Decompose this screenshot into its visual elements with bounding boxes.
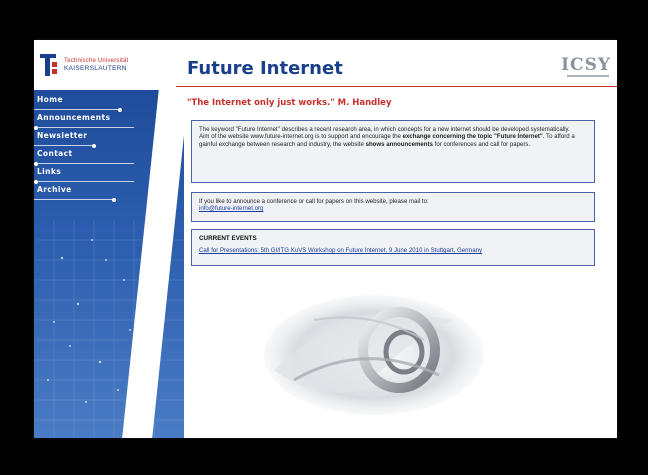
intro-box: The keyword "Future Internet" describes … bbox=[191, 120, 595, 183]
nav-underline bbox=[34, 199, 114, 200]
sidebar-item-label: Announcements bbox=[37, 113, 111, 122]
current-events-heading: CURRENT EVENTS bbox=[199, 235, 257, 242]
page-title: Future Internet bbox=[187, 58, 343, 79]
current-events-box: CURRENT EVENTS Call for Presentations: 5… bbox=[191, 229, 595, 266]
nav-underline bbox=[34, 181, 134, 182]
sidebar-item-archive[interactable]: Archive bbox=[34, 184, 152, 202]
sidebar-item-label: Contact bbox=[37, 149, 73, 158]
event-link[interactable]: Call for Presentations: 5th GI/ITG KuVS … bbox=[199, 247, 482, 254]
decorative-sphere-graphic bbox=[264, 295, 484, 415]
email-link[interactable]: info@future-internet.org bbox=[199, 205, 263, 212]
icsy-logo[interactable]: ICSY bbox=[561, 55, 611, 75]
sidebar-item-announcements[interactable]: Announcements bbox=[34, 112, 152, 130]
mail-text: If you like to announce a conference or … bbox=[199, 198, 429, 205]
university-logo[interactable]: Technische Universität KAISERSLAUTERN bbox=[40, 53, 160, 81]
logo-line2: KAISERSLAUTERN bbox=[64, 65, 127, 72]
intro-emphasis: shows announcements bbox=[365, 140, 433, 148]
nav-underline bbox=[34, 127, 134, 128]
icsy-logo-underline bbox=[567, 75, 609, 77]
browser-screen: Home Announcements Newsletter Contact Li… bbox=[34, 40, 617, 438]
sidebar-item-home[interactable]: Home bbox=[34, 94, 152, 112]
header-divider bbox=[176, 86, 617, 87]
sidebar-item-contact[interactable]: Contact bbox=[34, 148, 152, 166]
intro-paragraph-1: The keyword "Future Internet" describes … bbox=[199, 126, 570, 133]
sidebar-item-label: Home bbox=[37, 95, 63, 104]
mail-box: If you like to announce a conference or … bbox=[191, 192, 595, 222]
university-logo-icon bbox=[40, 54, 57, 76]
sidebar-item-label: Archive bbox=[37, 185, 72, 194]
intro-emphasis: exchange concerning the topic "Future In… bbox=[402, 133, 543, 141]
nav-dot-icon bbox=[112, 198, 116, 202]
sidebar-item-links[interactable]: Links bbox=[34, 166, 152, 184]
sidebar-item-label: Links bbox=[37, 167, 62, 176]
logo-line1: Technische Universität bbox=[64, 58, 129, 64]
quote-heading: "The Internet only just works." M. Handl… bbox=[187, 98, 392, 108]
intro-text: Aim of the website www.future-internet.o… bbox=[199, 133, 403, 141]
nav-underline bbox=[34, 145, 94, 146]
sidebar-item-newsletter[interactable]: Newsletter bbox=[34, 130, 152, 148]
header: Technische Universität KAISERSLAUTERN Fu… bbox=[34, 40, 617, 90]
nav-underline bbox=[34, 109, 120, 110]
nav-underline bbox=[34, 163, 134, 164]
sidebar-item-label: Newsletter bbox=[37, 131, 88, 140]
intro-text: for conferences and call for papers. bbox=[432, 140, 531, 148]
